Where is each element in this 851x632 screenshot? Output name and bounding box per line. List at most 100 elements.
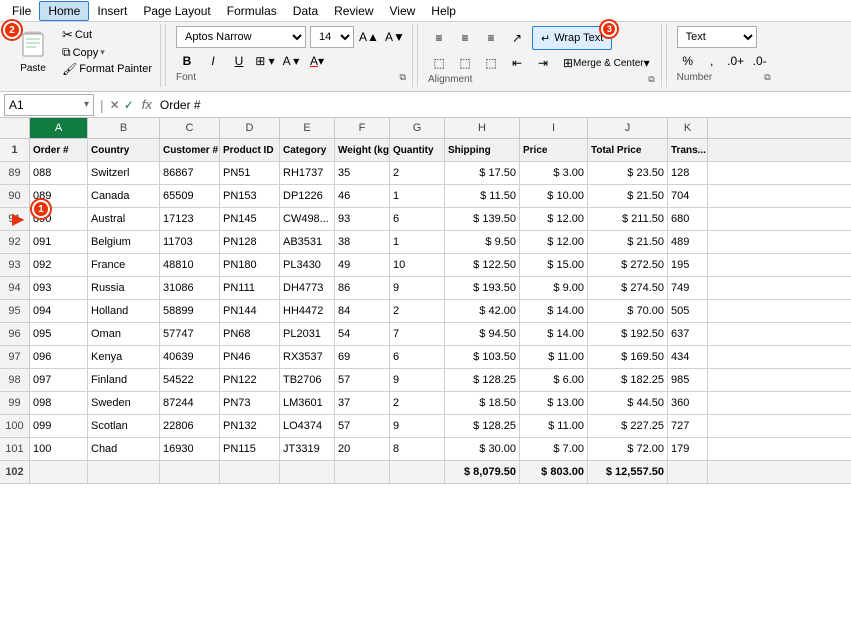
cell-h99[interactable]: $ 18.50	[445, 392, 520, 414]
cell-a1[interactable]: Order #	[30, 139, 88, 161]
cell-d102[interactable]	[220, 461, 280, 483]
col-header-d[interactable]: D	[220, 118, 280, 138]
cell-c92[interactable]: 11703	[160, 231, 220, 253]
comma-button[interactable]: ,	[701, 50, 723, 72]
decrease-font-button[interactable]: A▼	[384, 26, 406, 48]
cell-i96[interactable]: $ 14.00	[520, 323, 588, 345]
cell-d92[interactable]: PN128	[220, 231, 280, 253]
cell-f101[interactable]: 20	[335, 438, 390, 460]
cell-g102[interactable]	[390, 461, 445, 483]
col-header-e[interactable]: E	[280, 118, 335, 138]
cell-k100[interactable]: 727	[668, 415, 708, 437]
cell-c102[interactable]	[160, 461, 220, 483]
cell-f92[interactable]: 38	[335, 231, 390, 253]
menu-view[interactable]: View	[382, 2, 424, 20]
cell-e92[interactable]: AB3531	[280, 231, 335, 253]
cell-i89[interactable]: $ 3.00	[520, 162, 588, 184]
cell-k98[interactable]: 985	[668, 369, 708, 391]
merge-center-button[interactable]: ⊞ Merge & Center ▾	[558, 52, 655, 74]
cell-k91[interactable]: 680	[668, 208, 708, 230]
col-header-f[interactable]: F	[335, 118, 390, 138]
cell-i101[interactable]: $ 7.00	[520, 438, 588, 460]
cell-b92[interactable]: Belgium	[88, 231, 160, 253]
cell-c91[interactable]: 17123	[160, 208, 220, 230]
cell-a96[interactable]: 095	[30, 323, 88, 345]
formula-input[interactable]	[160, 94, 847, 116]
cell-j92[interactable]: $ 21.50	[588, 231, 668, 253]
cell-i100[interactable]: $ 11.00	[520, 415, 588, 437]
font-size-select[interactable]: 14	[310, 26, 354, 48]
cut-button[interactable]: ✂ Cut	[58, 26, 156, 44]
menu-home[interactable]: Home	[39, 1, 89, 21]
cell-e96[interactable]: PL2031	[280, 323, 335, 345]
orientation-button[interactable]: ↗	[506, 27, 528, 49]
col-header-j[interactable]: J	[588, 118, 668, 138]
cell-c90[interactable]: 65509	[160, 185, 220, 207]
cell-f95[interactable]: 84	[335, 300, 390, 322]
cell-k94[interactable]: 749	[668, 277, 708, 299]
cell-reference-box[interactable]: A1 ▾	[4, 94, 94, 116]
cell-k95[interactable]: 505	[668, 300, 708, 322]
cell-a101[interactable]: 100	[30, 438, 88, 460]
cell-b93[interactable]: France	[88, 254, 160, 276]
cell-a89[interactable]: 088	[30, 162, 88, 184]
cell-f102[interactable]	[335, 461, 390, 483]
cell-k102[interactable]	[668, 461, 708, 483]
font-group-expand[interactable]: ⧉	[400, 72, 406, 83]
cell-f91[interactable]: 93	[335, 208, 390, 230]
cell-b99[interactable]: Sweden	[88, 392, 160, 414]
cell-g100[interactable]: 9	[390, 415, 445, 437]
cell-e1[interactable]: Category	[280, 139, 335, 161]
menu-insert[interactable]: Insert	[89, 2, 135, 20]
cell-d100[interactable]: PN132	[220, 415, 280, 437]
cell-c89[interactable]: 86867	[160, 162, 220, 184]
cell-h1[interactable]: Shipping	[445, 139, 520, 161]
cell-k92[interactable]: 489	[668, 231, 708, 253]
cell-h95[interactable]: $ 42.00	[445, 300, 520, 322]
cell-c99[interactable]: 87244	[160, 392, 220, 414]
col-header-k[interactable]: K	[668, 118, 708, 138]
cell-e94[interactable]: DH4773	[280, 277, 335, 299]
cell-c94[interactable]: 31086	[160, 277, 220, 299]
underline-button[interactable]: U	[228, 50, 250, 72]
cell-j90[interactable]: $ 21.50	[588, 185, 668, 207]
cell-h91[interactable]: $ 139.50	[445, 208, 520, 230]
check-icon[interactable]: ✓	[124, 98, 134, 112]
menu-data[interactable]: Data	[285, 2, 326, 20]
cell-a97[interactable]: 096	[30, 346, 88, 368]
cell-c1[interactable]: Customer #	[160, 139, 220, 161]
cell-e99[interactable]: LM3601	[280, 392, 335, 414]
cell-e97[interactable]: RX3537	[280, 346, 335, 368]
cell-a95[interactable]: 094	[30, 300, 88, 322]
increase-decimal[interactable]: .0+	[725, 50, 747, 72]
menu-file[interactable]: File	[4, 2, 39, 20]
cell-k99[interactable]: 360	[668, 392, 708, 414]
cell-j94[interactable]: $ 274.50	[588, 277, 668, 299]
cell-i92[interactable]: $ 12.00	[520, 231, 588, 253]
cell-i97[interactable]: $ 11.00	[520, 346, 588, 368]
cell-b94[interactable]: Russia	[88, 277, 160, 299]
italic-button[interactable]: I	[202, 50, 224, 72]
cell-f97[interactable]: 69	[335, 346, 390, 368]
cell-e100[interactable]: LO4374	[280, 415, 335, 437]
cell-b91[interactable]: Austral	[88, 208, 160, 230]
cell-k93[interactable]: 195	[668, 254, 708, 276]
times-icon[interactable]: ✕	[110, 98, 120, 112]
cell-h92[interactable]: $ 9.50	[445, 231, 520, 253]
align-top-right[interactable]: ≡	[480, 27, 502, 49]
cell-b1[interactable]: Country	[88, 139, 160, 161]
col-header-b[interactable]: B	[88, 118, 160, 138]
decrease-decimal[interactable]: .0-	[749, 50, 771, 72]
cell-g93[interactable]: 10	[390, 254, 445, 276]
cell-h94[interactable]: $ 193.50	[445, 277, 520, 299]
cell-b90[interactable]: Canada	[88, 185, 160, 207]
increase-font-button[interactable]: A▲	[358, 26, 380, 48]
cell-c95[interactable]: 58899	[160, 300, 220, 322]
cell-i90[interactable]: $ 10.00	[520, 185, 588, 207]
cell-a98[interactable]: 097	[30, 369, 88, 391]
cell-b97[interactable]: Kenya	[88, 346, 160, 368]
cell-a99[interactable]: 098	[30, 392, 88, 414]
cell-c98[interactable]: 54522	[160, 369, 220, 391]
cell-a94[interactable]: 093	[30, 277, 88, 299]
cell-h97[interactable]: $ 103.50	[445, 346, 520, 368]
